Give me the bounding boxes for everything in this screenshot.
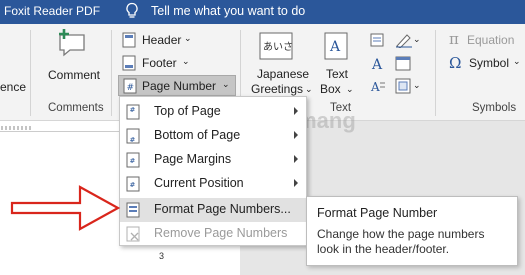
- svg-text:A: A: [371, 57, 383, 71]
- format-page-numbers-icon: [126, 202, 140, 218]
- date-time-icon[interactable]: [395, 55, 411, 71]
- page-number-menu: # Top of Page # Bottom of Page # Page Ma…: [119, 96, 307, 246]
- current-position-icon: #: [126, 176, 140, 192]
- menu-item-top-of-page[interactable]: # Top of Page: [120, 100, 306, 124]
- chevron-down-icon[interactable]: ⌄: [346, 84, 354, 95]
- menu-item-remove-page-numbers[interactable]: Remove Page Numbers: [120, 222, 306, 246]
- group-separator: [435, 30, 436, 116]
- tooltip-body: Change how the page numbers look in the …: [317, 227, 485, 256]
- page-top-icon: #: [126, 104, 140, 120]
- chevron-down-icon[interactable]: ⌄: [413, 34, 421, 45]
- submenu-arrow-icon: [294, 131, 298, 139]
- svg-text:#: #: [130, 181, 136, 189]
- menu-item-label: Format Page Numbers...: [154, 202, 291, 216]
- menu-item-label: Current Position: [154, 176, 244, 190]
- chevron-down-icon[interactable]: ⌄: [305, 84, 313, 95]
- menu-item-label: Top of Page: [154, 104, 221, 118]
- menu-item-label: Bottom of Page: [154, 128, 241, 142]
- app-title: Foxit Reader PDF: [4, 4, 101, 18]
- callout-arrow-icon: [10, 185, 121, 231]
- symbol-button[interactable]: Symbol: [469, 56, 509, 70]
- japanese-greetings-line1[interactable]: Japanese: [257, 67, 309, 81]
- symbols-group-label: Symbols: [472, 102, 517, 114]
- text-box-line1[interactable]: Text: [326, 67, 348, 81]
- svg-text:A: A: [329, 39, 341, 55]
- drop-cap-icon[interactable]: A: [370, 78, 386, 94]
- tell-me-search[interactable]: Tell me what you want to do: [151, 4, 305, 18]
- comments-group-label: Comments: [48, 102, 104, 114]
- japanese-greetings-icon[interactable]: あいさつ: [259, 32, 293, 60]
- footer-button[interactable]: Footer: [142, 56, 177, 70]
- text-box-icon[interactable]: A: [324, 32, 348, 60]
- signature-line-icon[interactable]: [395, 32, 413, 48]
- page-number-icon[interactable]: #: [123, 78, 137, 94]
- chevron-down-icon[interactable]: ⌄: [513, 56, 521, 67]
- page-number-marker: 3: [159, 251, 165, 261]
- submenu-arrow-icon: [294, 155, 298, 163]
- svg-text:#: #: [130, 136, 136, 144]
- svg-text:#: #: [130, 157, 136, 165]
- text-box-line2[interactable]: Box: [320, 82, 341, 96]
- tooltip-title: Format Page Number: [317, 206, 438, 220]
- omega-icon[interactable]: Ω: [449, 54, 461, 72]
- page-number-button-label[interactable]: Page Number: [142, 79, 216, 93]
- menu-item-page-margins[interactable]: # Page Margins: [120, 148, 306, 172]
- object-icon[interactable]: [395, 78, 411, 94]
- lightbulb-icon: [126, 2, 138, 18]
- chevron-down-icon[interactable]: ⌄: [184, 33, 192, 44]
- japanese-greetings-line2[interactable]: Greetings: [251, 82, 303, 96]
- chevron-down-icon[interactable]: ⌄: [413, 80, 421, 91]
- title-bar: Foxit Reader PDF Tell me what you want t…: [0, 0, 525, 24]
- svg-text:A: A: [370, 80, 380, 94]
- tooltip: Format Page Number Change how the page n…: [306, 196, 518, 266]
- remove-page-numbers-icon: [126, 226, 140, 242]
- equation-button[interactable]: Equation: [467, 33, 514, 47]
- wordart-icon[interactable]: A: [370, 55, 386, 71]
- header-icon[interactable]: [122, 32, 136, 48]
- page-bottom-icon: #: [126, 128, 140, 144]
- menu-item-label: Remove Page Numbers: [154, 226, 288, 240]
- page-margins-icon: #: [126, 152, 140, 168]
- svg-text:あいさつ: あいさつ: [263, 41, 293, 53]
- submenu-arrow-icon: [294, 107, 298, 115]
- submenu-arrow-icon: [294, 179, 298, 187]
- chevron-down-icon[interactable]: ⌄: [222, 79, 230, 90]
- header-button[interactable]: Header: [142, 33, 181, 47]
- group-separator: [111, 30, 112, 116]
- footer-icon[interactable]: [122, 55, 136, 71]
- menu-item-bottom-of-page[interactable]: # Bottom of Page: [120, 124, 306, 148]
- partial-group-label: ence: [0, 80, 27, 94]
- menu-item-label: Page Margins: [154, 152, 232, 166]
- comment-button[interactable]: Comment: [48, 68, 100, 82]
- new-comment-icon[interactable]: [56, 29, 90, 59]
- svg-text:#: #: [127, 83, 135, 93]
- menu-item-current-position[interactable]: # Current Position: [120, 172, 306, 196]
- svg-text:#: #: [130, 106, 136, 114]
- pi-icon[interactable]: π: [449, 30, 459, 48]
- group-separator: [30, 30, 31, 116]
- menu-item-format-page-numbers[interactable]: Format Page Numbers...: [120, 198, 306, 222]
- quick-parts-icon[interactable]: [370, 32, 386, 48]
- chevron-down-icon[interactable]: ⌄: [182, 56, 190, 67]
